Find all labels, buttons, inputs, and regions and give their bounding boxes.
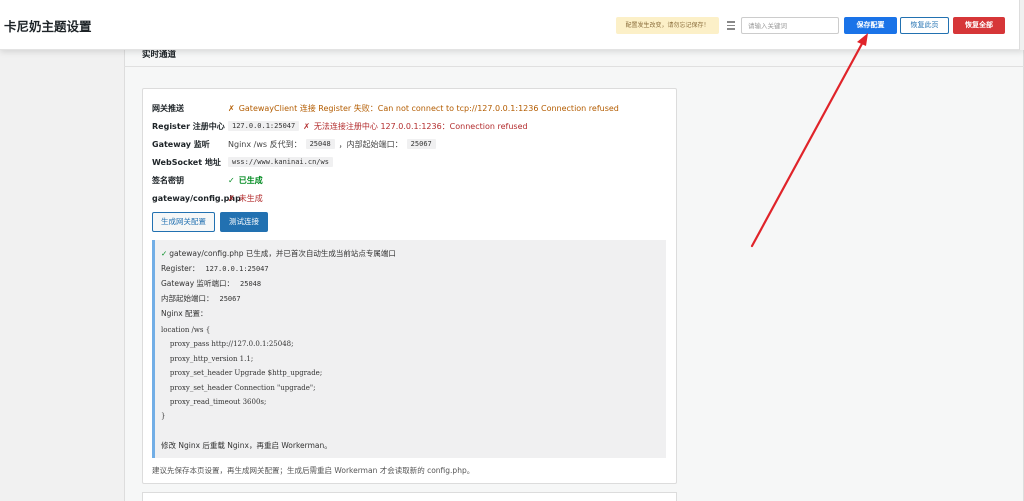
status-text: GatewayClient 连接 Register 失败：Can not con… [238,103,619,113]
check-icon: ✓ [161,249,168,258]
top-bar: 卡尼奶主题设置 配置发生改变，请勿忘记保存！ 保存配置 恢复此页 恢复全部 [0,0,1024,50]
search-input[interactable] [741,17,839,34]
info-gateway-port: Gateway 监听端口： 25048 [161,278,266,289]
nginx-code-line: } [161,412,166,420]
row-label: 网关推送 [152,103,184,113]
help-note: 建议先保存本页设置，再生成网关配置；生成后需重启 Workerman 才会读取新… [152,466,475,475]
test-connection-button[interactable]: 测试连接 [220,212,268,232]
info-headline-text: gateway/config.php 已生成，并已首次自动生成当前站点专属端口 [169,249,396,258]
next-card [142,492,677,501]
reset-page-button[interactable]: 恢复此页 [900,17,949,34]
nginx-code-line: proxy_set_header Connection "upgrade"; [161,384,316,392]
nginx-code-line: proxy_pass http://127.0.0.1:25048; [161,340,294,348]
generate-gateway-config-button[interactable]: 生成网关配置 [152,212,215,232]
register-address: 127.0.0.1:25047 [228,121,300,131]
check-icon: ✓ [228,175,235,185]
info-label: 内部起始端口： [161,294,214,303]
row-label: Register 注册中心 [152,121,225,131]
cross-icon: ✗ [303,121,310,131]
nginx-code-line: proxy_read_timeout 3600s; [161,398,267,406]
info-headline: ✓ gateway/config.php 已生成，并已首次自动生成当前站点专属端… [161,248,396,259]
row-label: Gateway 监听 [152,139,210,149]
info-nginx-label: Nginx 配置： [161,309,208,318]
gateway-port: 25048 [305,139,335,149]
info-code: 25048 [236,278,266,289]
row-label: 签名密钥 [152,175,184,185]
info-footer: 修改 Nginx 后重载 Nginx，再重启 Workerman。 [161,441,332,450]
internal-port: 25067 [406,139,436,149]
info-label: Gateway 监听端口： [161,279,235,288]
nginx-code-line: proxy_http_version 1.1; [161,355,254,363]
status-text: ，内部起始端口： [338,139,403,149]
cross-icon: ✗ [228,193,235,203]
info-code: 25067 [215,293,245,304]
info-internal-port: 内部起始端口： 25067 [161,293,245,304]
reset-all-button[interactable]: 恢复全部 [953,17,1005,34]
info-label: Register： [161,264,200,273]
websocket-url: wss://www.kaninai.cn/ws [228,157,333,167]
row-label: WebSocket 地址 [152,157,221,167]
section-divider [124,66,1024,67]
row-label: gateway/config.php [152,193,241,203]
info-code: 127.0.0.1:25047 [201,263,273,274]
status-text: 无法连接注册中心 127.0.0.1:1236：Connection refus… [313,121,528,131]
nginx-code-line: location /ws { [161,326,211,334]
page-title: 卡尼奶主题设置 [4,19,92,34]
save-button[interactable]: 保存配置 [844,17,897,34]
cross-icon: ✗ [228,103,235,113]
nginx-code-line: proxy_set_header Upgrade $http_upgrade; [161,369,323,377]
list-icon[interactable] [722,17,739,34]
info-register: Register： 127.0.0.1:25047 [161,263,273,274]
scrollbar[interactable] [1019,0,1024,50]
status-text: 未生成 [238,193,263,203]
unsaved-notice: 配置发生改变，请勿忘记保存！ [616,17,719,34]
status-text: Nginx /ws 反代到： [228,139,302,149]
status-text: 已生成 [238,175,263,185]
